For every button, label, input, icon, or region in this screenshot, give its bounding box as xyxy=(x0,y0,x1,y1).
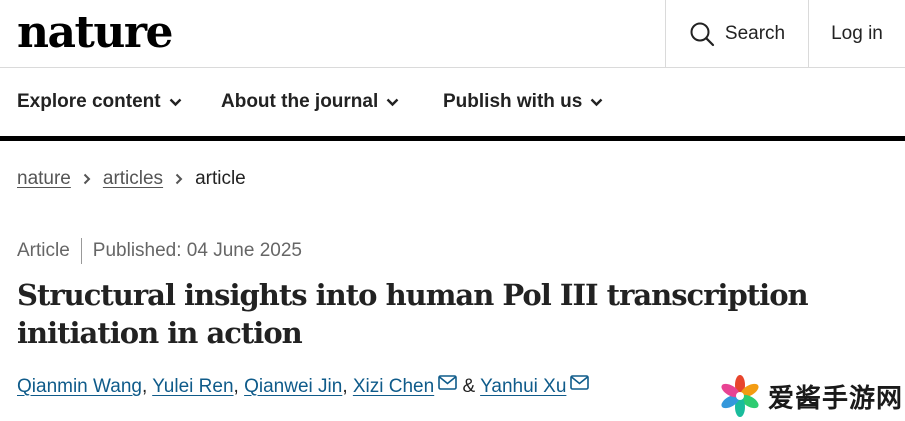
breadcrumb-current: article xyxy=(195,168,246,189)
meta-divider xyxy=(80,238,82,264)
search-icon xyxy=(689,21,715,47)
author-separator: , xyxy=(141,376,153,397)
flower-logo-icon xyxy=(718,374,762,418)
author-separator: , xyxy=(342,376,353,397)
mail-icon[interactable] xyxy=(438,375,458,390)
author-link[interactable]: Yanhui Xu xyxy=(480,376,566,397)
nav-item-label: Publish with us xyxy=(443,91,583,112)
watermark-text: 爱酱手游网 xyxy=(768,383,904,414)
login-button[interactable]: Log in xyxy=(808,0,905,67)
author-conjunction: & xyxy=(462,376,476,397)
nav-publish-with-us[interactable]: Publish with us xyxy=(443,68,603,136)
author-list: Qianmin Wang, Yulei Ren, Qianwei Jin, Xi… xyxy=(17,375,590,398)
published-date: Published: 04 June 2025 xyxy=(92,240,302,261)
nav-item-label: Explore content xyxy=(17,91,161,112)
breadcrumb: nature articles article xyxy=(17,168,246,190)
mail-icon[interactable] xyxy=(570,375,590,390)
nature-logo[interactable]: nature xyxy=(17,6,174,60)
nav-item-label: About the journal xyxy=(221,91,379,112)
nav-about-the-journal[interactable]: About the journal xyxy=(221,68,399,136)
author-link[interactable]: Xizi Chen xyxy=(353,376,434,397)
breadcrumb-link-nature[interactable]: nature xyxy=(17,168,71,190)
nav-explore-content[interactable]: Explore content xyxy=(17,68,182,136)
search-label: Search xyxy=(724,22,786,44)
breadcrumb-link-articles[interactable]: articles xyxy=(103,168,163,190)
search-button[interactable]: Search xyxy=(665,0,808,67)
author-link[interactable]: Yulei Ren xyxy=(152,376,233,397)
author-link[interactable]: Qianwei Jin xyxy=(244,376,342,397)
main-nav: Explore content About the journal Publis… xyxy=(0,68,905,141)
author-link[interactable]: Qianmin Wang xyxy=(17,376,142,397)
chevron-down-icon xyxy=(169,98,182,107)
chevron-right-icon xyxy=(83,173,91,185)
chevron-right-icon xyxy=(175,173,183,185)
article-meta: Article Published: 04 June 2025 xyxy=(17,238,302,264)
chevron-down-icon xyxy=(386,98,399,107)
chevron-down-icon xyxy=(590,98,603,107)
author-separator: , xyxy=(233,376,245,397)
site-header: nature Search Log in xyxy=(0,0,905,68)
article-type: Article xyxy=(17,240,70,261)
site-watermark: 爱酱手游网 xyxy=(718,371,903,421)
article-title: Structural insights into human Pol III t… xyxy=(17,278,809,350)
